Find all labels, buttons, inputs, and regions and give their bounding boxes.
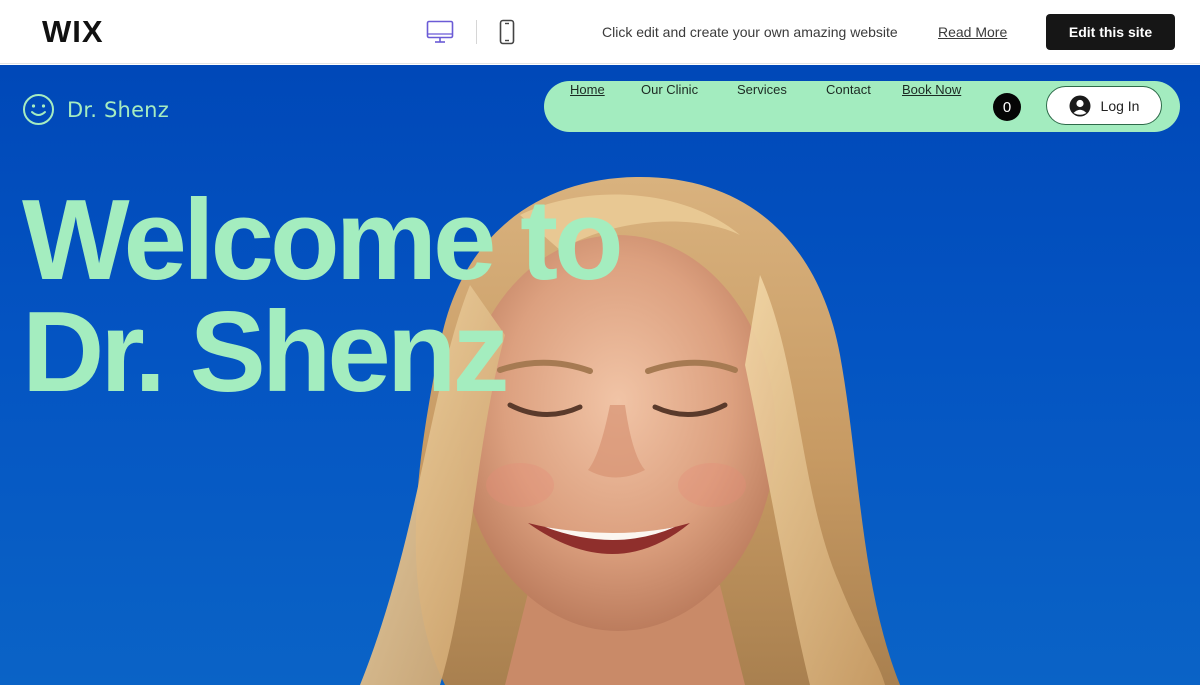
login-label: Log In: [1100, 97, 1140, 114]
login-button[interactable]: Log In: [1046, 86, 1162, 125]
wix-logo[interactable]: WIX: [42, 14, 104, 50]
nav-item-home[interactable]: Home: [570, 82, 605, 97]
nav-item-services[interactable]: Services: [737, 82, 787, 97]
hero-section: Dr. Shenz Home Our Clinic Services Conta…: [0, 65, 1200, 685]
hero-headline: Welcome to Dr. Shenz: [22, 177, 624, 416]
nav-item-book-now[interactable]: Book Now: [902, 82, 961, 97]
nav-item-contact[interactable]: Contact: [826, 82, 871, 97]
desktop-icon[interactable]: [424, 16, 456, 48]
device-divider: [476, 20, 477, 44]
edit-site-button[interactable]: Edit this site: [1046, 14, 1175, 50]
smiley-icon: [23, 94, 54, 125]
nav-item-our-clinic[interactable]: Our Clinic: [641, 82, 698, 97]
hero-headline-line-1: Welcome to: [22, 177, 624, 304]
brand-name: Dr. Shenz: [67, 97, 169, 122]
read-more-link[interactable]: Read More: [938, 24, 1007, 40]
hero-headline-line-2: Dr. Shenz: [22, 289, 509, 416]
user-avatar-icon: [1069, 95, 1091, 116]
mobile-icon[interactable]: [496, 16, 518, 48]
promo-text: Click edit and create your own amazing w…: [602, 24, 898, 40]
site-brand[interactable]: Dr. Shenz: [22, 93, 169, 126]
wix-top-bar: WIX Click edit and create your own amazi…: [0, 0, 1200, 64]
cart-count-badge[interactable]: 0: [993, 93, 1021, 121]
